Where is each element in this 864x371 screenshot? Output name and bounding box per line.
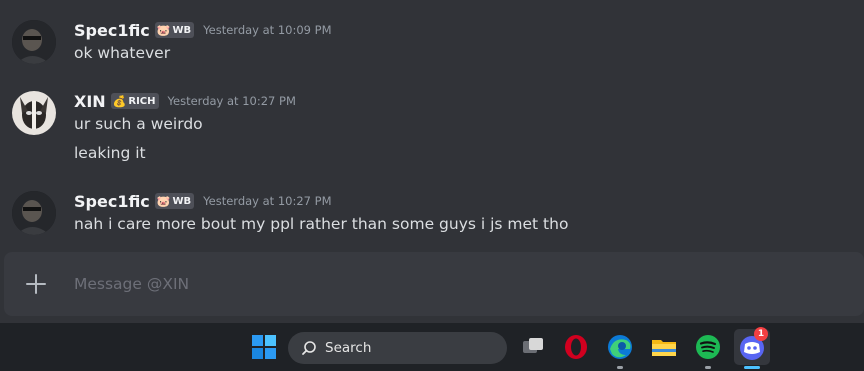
windows-start-icon[interactable] bbox=[248, 331, 280, 363]
message-composer bbox=[4, 252, 864, 316]
taskbar: Search 1 bbox=[0, 323, 864, 371]
tag-label: WB bbox=[172, 195, 192, 207]
timestamp[interactable]: Yesterday at 10:09 PM bbox=[203, 23, 331, 37]
message-text: nah i care more bout my ppl rather than … bbox=[74, 215, 569, 233]
tag-label: WB bbox=[172, 24, 192, 36]
server-tag[interactable]: 🐷 WB bbox=[154, 193, 195, 209]
badge-count: 1 bbox=[757, 329, 765, 339]
active-indicator bbox=[705, 366, 711, 369]
avatar[interactable] bbox=[12, 20, 56, 64]
timestamp[interactable]: Yesterday at 10:27 PM bbox=[203, 194, 331, 208]
edge-icon[interactable] bbox=[604, 331, 636, 369]
tag-label: RICH bbox=[128, 95, 156, 107]
message-text: ok whatever bbox=[74, 44, 171, 62]
search-icon bbox=[301, 340, 317, 356]
avatar[interactable] bbox=[12, 191, 56, 235]
username[interactable]: XIN bbox=[74, 92, 106, 111]
chat-messages: Spec1fic 🐷 WB Yesterday at 10:09 PM ok w… bbox=[0, 0, 864, 252]
avatar[interactable] bbox=[12, 91, 56, 135]
tag-emoji-icon: 💰 bbox=[112, 94, 127, 108]
plus-circle-icon[interactable] bbox=[24, 272, 48, 296]
username[interactable]: Spec1fic bbox=[74, 192, 150, 211]
message-input[interactable] bbox=[74, 272, 834, 296]
message-header: XIN 💰 RICH Yesterday at 10:27 PM bbox=[74, 90, 296, 112]
spotify-icon[interactable] bbox=[692, 331, 724, 369]
message-text: leaking it bbox=[74, 144, 146, 162]
server-tag[interactable]: 🐷 WB bbox=[154, 22, 195, 38]
file-explorer-icon[interactable] bbox=[648, 331, 680, 363]
message-header: Spec1fic 🐷 WB Yesterday at 10:27 PM bbox=[74, 190, 332, 212]
username[interactable]: Spec1fic bbox=[74, 21, 150, 40]
tag-emoji-icon: 🐷 bbox=[156, 23, 171, 37]
server-tag[interactable]: 💰 RICH bbox=[110, 93, 159, 109]
opera-icon[interactable] bbox=[560, 331, 592, 363]
tag-emoji-icon: 🐷 bbox=[156, 194, 171, 208]
message-text: ur such a weirdo bbox=[74, 115, 203, 133]
task-view-icon[interactable] bbox=[517, 331, 549, 363]
discord-icon[interactable]: 1 bbox=[734, 327, 770, 369]
active-indicator bbox=[744, 366, 760, 369]
taskbar-search[interactable]: Search bbox=[288, 332, 507, 364]
notification-badge: 1 bbox=[754, 327, 768, 341]
active-indicator bbox=[617, 366, 623, 369]
timestamp[interactable]: Yesterday at 10:27 PM bbox=[168, 94, 296, 108]
search-label: Search bbox=[325, 340, 372, 356]
message-header: Spec1fic 🐷 WB Yesterday at 10:09 PM bbox=[74, 19, 332, 41]
